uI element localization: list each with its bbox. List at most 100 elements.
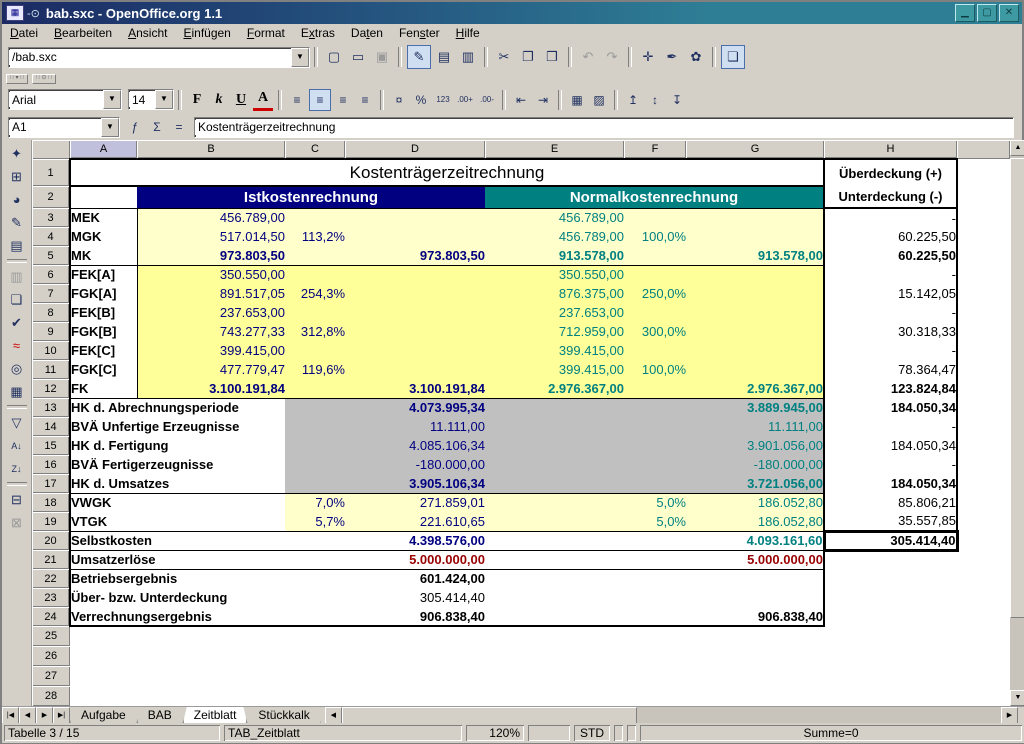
cell-F9[interactable]: 300,0% <box>624 322 686 341</box>
cell-F3[interactable] <box>624 208 686 227</box>
cell-F5[interactable] <box>624 246 686 265</box>
cell-A9[interactable]: FGK[B] <box>70 322 137 341</box>
row-header-15[interactable]: 15 <box>32 436 70 455</box>
cell-F14[interactable] <box>624 417 686 436</box>
cell-C20[interactable] <box>285 531 345 550</box>
cell-A10[interactable]: FEK[C] <box>70 341 137 360</box>
cell-reference-dropdown-icon[interactable]: ▼ <box>101 118 119 137</box>
cell-D21[interactable]: 5.000.000,00 <box>345 550 485 569</box>
toolbar-handle-2[interactable]: ∷ ⊙ ∷ <box>32 74 56 84</box>
cell-G15[interactable]: 3.901.056,00 <box>686 436 824 455</box>
cell-F24[interactable] <box>624 607 686 626</box>
cell-D6[interactable] <box>345 265 485 284</box>
cell-E17[interactable] <box>485 474 624 493</box>
scroll-up-icon[interactable]: ▲ <box>1010 140 1024 156</box>
row-header-3[interactable]: 3 <box>32 208 70 227</box>
row-header-10[interactable]: 10 <box>32 341 70 360</box>
cell-C17[interactable] <box>285 474 345 493</box>
cell-E28[interactable] <box>485 686 624 706</box>
font-name-combobox[interactable]: ▼ <box>8 89 122 110</box>
cell-G12[interactable]: 2.976.367,00 <box>686 379 824 398</box>
cell-C12[interactable] <box>285 379 345 398</box>
cell-A13[interactable]: HK d. Abrechnungsperiode <box>70 398 285 417</box>
autoformat-icon[interactable]: ❏ <box>5 288 29 311</box>
navigator-icon[interactable]: ✛ <box>637 46 659 68</box>
cell-E19[interactable] <box>485 512 624 531</box>
cell-C13[interactable] <box>285 398 345 417</box>
row-header-7[interactable]: 7 <box>32 284 70 303</box>
cell-B8[interactable]: 237.653,00 <box>137 303 285 322</box>
cell-G17[interactable]: 3.721.056,00 <box>686 474 824 493</box>
cell-F23[interactable] <box>624 588 686 607</box>
cell-G24[interactable]: 906.838,40 <box>686 607 824 626</box>
cell-E18[interactable] <box>485 493 624 512</box>
cell-E12[interactable]: 2.976.367,00 <box>485 379 624 398</box>
cell-E9[interactable]: 712.959,00 <box>485 322 624 341</box>
row-header-22[interactable]: 22 <box>32 569 70 588</box>
cell-F17[interactable] <box>624 474 686 493</box>
cell-E8[interactable]: 237.653,00 <box>485 303 624 322</box>
cell-G6[interactable] <box>686 265 824 284</box>
cell-B27[interactable] <box>137 666 285 686</box>
cell-E24[interactable] <box>485 607 624 626</box>
insert-icon[interactable]: ✦ <box>5 142 29 165</box>
decrease-indent-icon[interactable]: ⇤ <box>511 90 531 110</box>
cell-E27[interactable] <box>485 666 624 686</box>
number-currency-icon[interactable]: ¤ <box>389 90 409 110</box>
align-bottom-icon[interactable]: ↧ <box>667 90 687 110</box>
align-center-icon[interactable]: ≡ <box>309 89 331 111</box>
cell-H20[interactable]: 305.414,40 <box>824 531 957 550</box>
align-left-icon[interactable]: ≡ <box>287 90 307 110</box>
cell-G8[interactable] <box>686 303 824 322</box>
cut-icon[interactable]: ✂ <box>493 46 515 68</box>
cell-F27[interactable] <box>624 666 686 686</box>
cell-D8[interactable] <box>345 303 485 322</box>
cell-F4[interactable]: 100,0% <box>624 227 686 246</box>
row-header-21[interactable]: 21 <box>32 550 70 569</box>
italic-icon[interactable]: k <box>209 90 229 110</box>
cell-E25[interactable] <box>485 626 624 646</box>
sum-icon[interactable]: Σ <box>147 117 167 137</box>
cell-C3[interactable] <box>285 208 345 227</box>
cell-H1[interactable]: Überdeckung (+) <box>824 159 957 186</box>
url-dropdown-icon[interactable]: ▼ <box>291 48 309 67</box>
col-header-C[interactable]: C <box>285 140 345 159</box>
autospellcheck-icon[interactable]: ≈ <box>5 334 29 357</box>
cell-A5[interactable]: MK <box>70 246 137 265</box>
row-header-17[interactable]: 17 <box>32 474 70 493</box>
cell-A22[interactable]: Betriebsergebnis <box>70 569 285 588</box>
number-standard-icon[interactable]: 123 <box>433 90 453 110</box>
col-header-F[interactable]: F <box>624 140 686 159</box>
cell-A17[interactable]: HK d. Umsatzes <box>70 474 285 493</box>
cell-A7[interactable]: FGK[A] <box>70 284 137 303</box>
cell-H3[interactable]: - <box>824 208 957 227</box>
cell-E22[interactable] <box>485 569 624 588</box>
cell-reference-box[interactable]: ▼ <box>8 117 120 138</box>
cell-A28[interactable] <box>70 686 137 706</box>
col-header-A[interactable]: A <box>70 140 137 159</box>
row-header-25[interactable]: 25 <box>32 626 70 646</box>
draw-functions-icon[interactable]: ✎ <box>5 211 29 234</box>
cell-H11[interactable]: 78.364,47 <box>824 360 957 379</box>
cell-A4[interactable]: MGK <box>70 227 137 246</box>
align-justify-icon[interactable]: ≡ <box>355 90 375 110</box>
url-input[interactable] <box>9 50 291 65</box>
cell-E11[interactable]: 399.415,00 <box>485 360 624 379</box>
col-header-H[interactable]: H <box>824 140 957 159</box>
align-right-icon[interactable]: ≡ <box>333 90 353 110</box>
borders-icon[interactable]: ▦ <box>567 90 587 110</box>
bold-icon[interactable]: F <box>187 90 207 110</box>
font-size-input[interactable] <box>129 92 155 107</box>
paste-icon[interactable]: ❒ <box>541 46 563 68</box>
cell-F28[interactable] <box>624 686 686 706</box>
cell-F18[interactable]: 5,0% <box>624 493 686 512</box>
menu-format[interactable]: Format <box>239 25 293 41</box>
cell-B9[interactable]: 743.277,33 <box>137 322 285 341</box>
cell-H28[interactable] <box>824 686 957 706</box>
corner-header[interactable] <box>32 140 70 159</box>
cell-C24[interactable] <box>285 607 345 626</box>
row-header-16[interactable]: 16 <box>32 455 70 474</box>
gallery-icon[interactable]: ❏ <box>721 45 745 69</box>
formula-input-line[interactable] <box>194 117 1014 138</box>
cell-E7[interactable]: 876.375,00 <box>485 284 624 303</box>
